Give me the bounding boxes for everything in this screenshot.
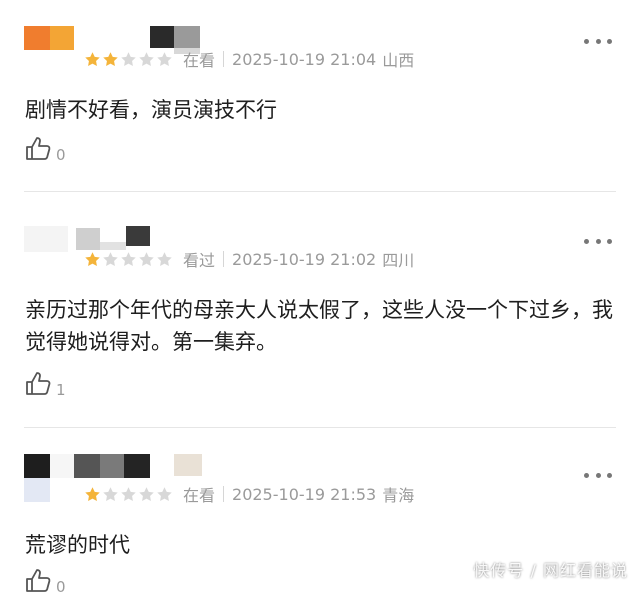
watch-status: 在看 [183, 486, 216, 505]
star-empty-icon [103, 486, 118, 501]
like-count: 0 [56, 578, 66, 596]
thumbs-up-icon [24, 134, 52, 166]
more-dots-icon[interactable] [584, 236, 612, 246]
star-empty-icon [121, 486, 136, 501]
star-filled-icon [85, 486, 100, 501]
star-empty-icon [139, 486, 154, 501]
review-meta: 看过 2025-10-19 21:02 四川 [84, 248, 414, 270]
star-empty-icon [157, 251, 172, 266]
username-redacted[interactable] [24, 454, 204, 502]
thumbs-up-icon [24, 369, 52, 401]
star-empty-icon [121, 51, 136, 66]
review-divider [24, 427, 616, 428]
watch-status: 看过 [183, 251, 216, 270]
more-dots-icon[interactable] [584, 470, 612, 480]
star-rating [84, 486, 173, 503]
like-button[interactable]: 1 [24, 371, 66, 401]
review-region: 青海 [382, 486, 415, 505]
like-count: 0 [56, 146, 66, 164]
review-timestamp: 2025-10-19 21:04 [232, 49, 377, 69]
like-button[interactable]: 0 [24, 568, 66, 598]
review-divider [24, 191, 616, 192]
star-filled-icon [85, 251, 100, 266]
like-count: 1 [56, 381, 66, 399]
review-region: 四川 [382, 251, 415, 270]
star-empty-icon [121, 251, 136, 266]
meta-divider [223, 251, 225, 267]
meta-divider [223, 486, 225, 502]
thumbs-up-icon [24, 566, 52, 598]
review-meta: 在看 2025-10-19 21:53 青海 [84, 483, 414, 505]
star-filled-icon [85, 51, 100, 66]
like-button[interactable]: 0 [24, 136, 66, 166]
watch-status: 在看 [183, 51, 216, 70]
star-rating [84, 251, 173, 268]
star-empty-icon [157, 486, 172, 501]
watermark: 快传号 / 网红看能说 [473, 561, 628, 580]
star-empty-icon [157, 51, 172, 66]
review-region: 山西 [382, 51, 415, 70]
review-content: 亲历过那个年代的母亲大人说太假了，这些人没一个下过乡，我觉得她说得对。第一集弃。 [25, 298, 613, 354]
review-content: 剧情不好看，演员演技不行 [25, 98, 277, 122]
star-empty-icon [139, 251, 154, 266]
review-meta: 在看 2025-10-19 21:04 山西 [84, 48, 414, 70]
star-empty-icon [139, 51, 154, 66]
review-timestamp: 2025-10-19 21:53 [232, 484, 377, 504]
star-rating [84, 51, 173, 68]
review-timestamp: 2025-10-19 21:02 [232, 249, 377, 269]
meta-divider [223, 51, 225, 67]
star-empty-icon [103, 251, 118, 266]
star-filled-icon [103, 51, 118, 66]
more-dots-icon[interactable] [584, 36, 612, 46]
